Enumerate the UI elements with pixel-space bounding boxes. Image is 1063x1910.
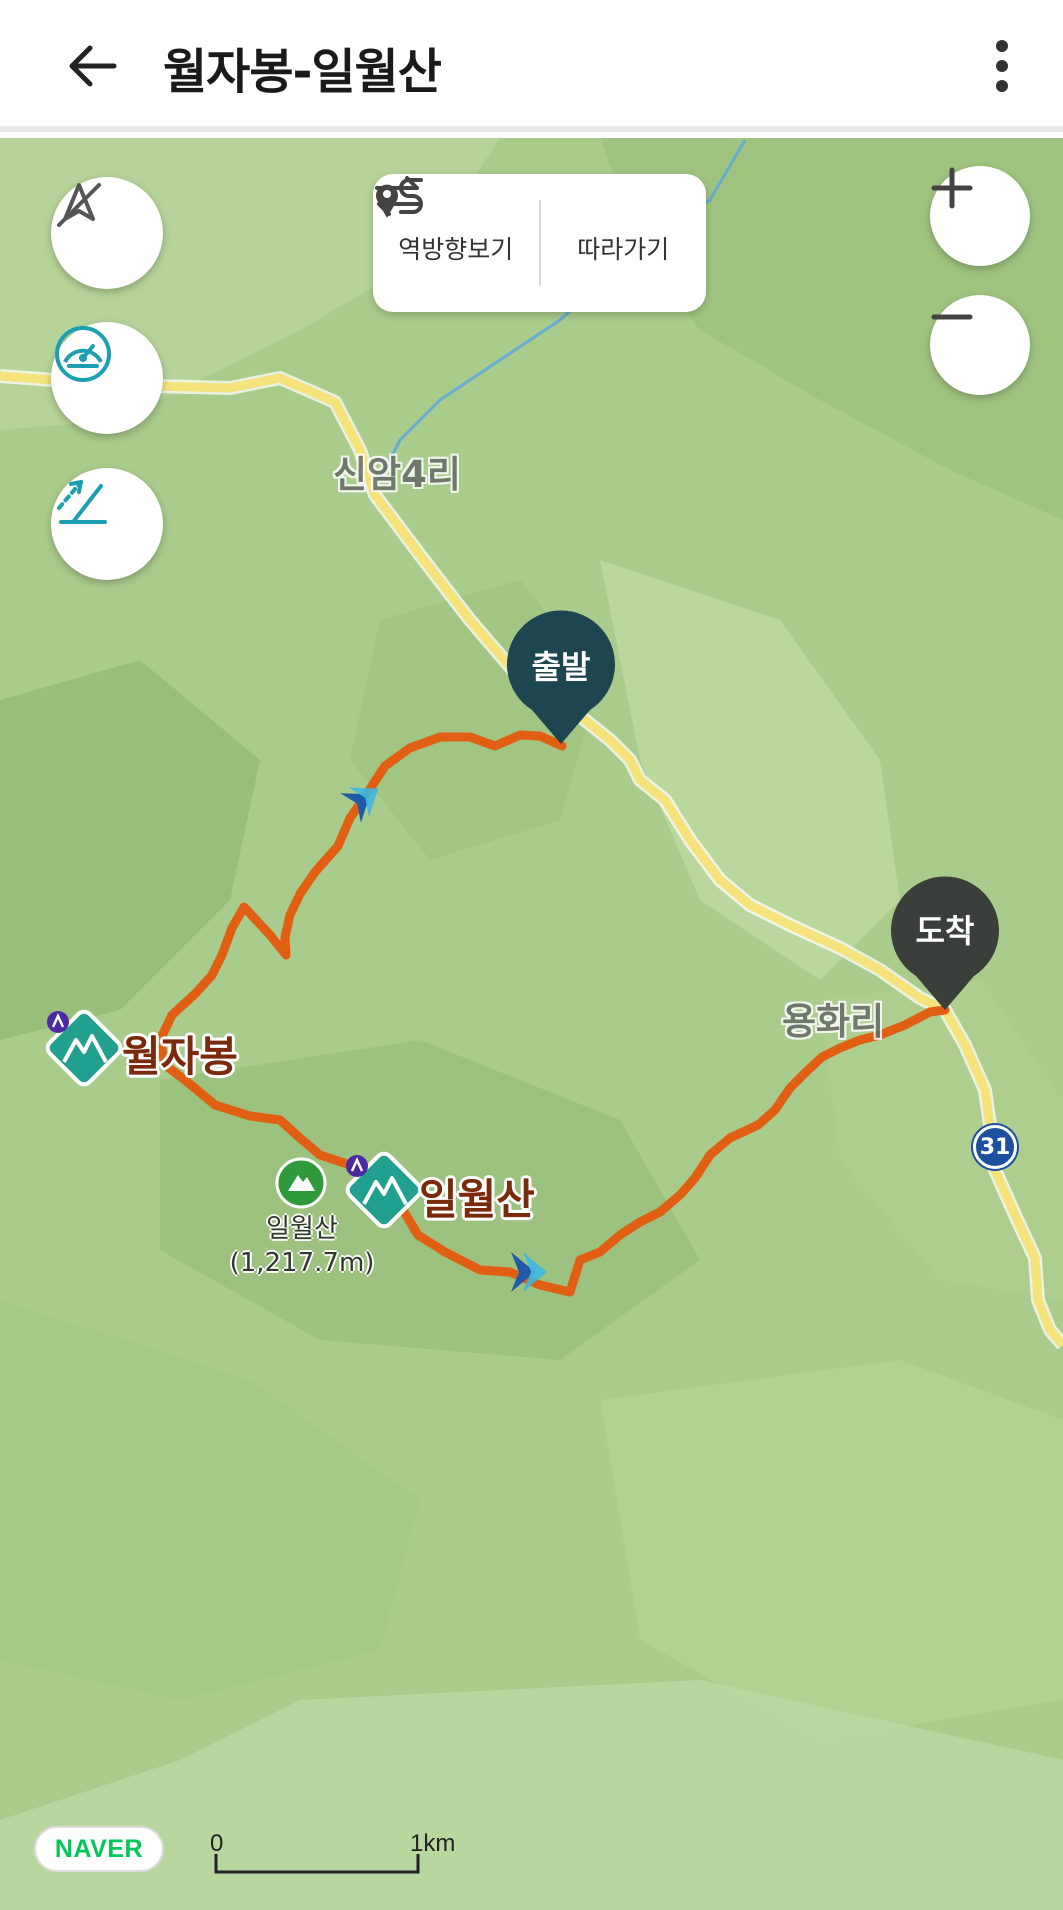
route-follow-icon	[376, 178, 423, 218]
summit-icon	[275, 1157, 327, 1209]
badge-a-icon	[346, 1155, 368, 1177]
app-bar: 월자봉-일월산	[0, 0, 1063, 132]
follow-route-label: 따라가기	[577, 235, 670, 264]
summit-elevation: (1,217.7m)	[229, 1248, 375, 1278]
end-marker-label: 도착	[915, 912, 975, 950]
slope-icon	[57, 480, 107, 524]
elevation-button[interactable]	[51, 468, 163, 580]
start-marker-label: 출발	[531, 648, 591, 686]
naver-logo: NAVER	[34, 1826, 164, 1872]
plus-icon	[931, 167, 973, 209]
more-menu-button[interactable]	[978, 34, 1026, 98]
route-options-panel: 역방향보기 따라가기	[373, 174, 706, 312]
minus-icon	[931, 314, 973, 320]
zoom-in-button[interactable]	[930, 166, 1030, 266]
page-title: 월자봉-일월산	[163, 44, 442, 100]
back-arrow-icon	[69, 45, 117, 87]
map-view[interactable]: 출발 도착 신암4리 용화리 월자봉 일월산 일월산 (1,217.7m) 31	[0, 138, 1063, 1910]
compass-off-icon	[57, 183, 101, 227]
peak-label-1[interactable]: 월자봉	[122, 1023, 238, 1084]
speedometer-button[interactable]	[51, 322, 163, 434]
compass-off-button[interactable]	[51, 177, 163, 289]
badge-a-icon	[47, 1011, 69, 1033]
place-label-village2: 용화리	[782, 1000, 885, 1043]
peak-label-2[interactable]: 일월산	[419, 1166, 535, 1227]
summit-label[interactable]: 일월산 (1,217.7m)	[226, 1212, 378, 1280]
scale-line	[214, 1854, 420, 1874]
reverse-direction-label: 역방향보기	[398, 235, 514, 264]
follow-route-button[interactable]: 따라가기	[376, 174, 707, 312]
end-marker[interactable]: 도착	[890, 882, 1000, 1010]
zoom-out-button[interactable]	[930, 295, 1030, 395]
start-marker[interactable]: 출발	[506, 618, 616, 746]
route-number-badge: 31	[973, 1125, 1017, 1169]
summit-name: 일월산	[266, 1214, 338, 1244]
scale-bar: 0 1km	[210, 1830, 470, 1876]
more-vertical-icon	[996, 40, 1008, 92]
back-button[interactable]	[60, 36, 124, 96]
speedometer-icon	[55, 326, 111, 382]
place-label-village1: 신암4리	[333, 453, 461, 496]
